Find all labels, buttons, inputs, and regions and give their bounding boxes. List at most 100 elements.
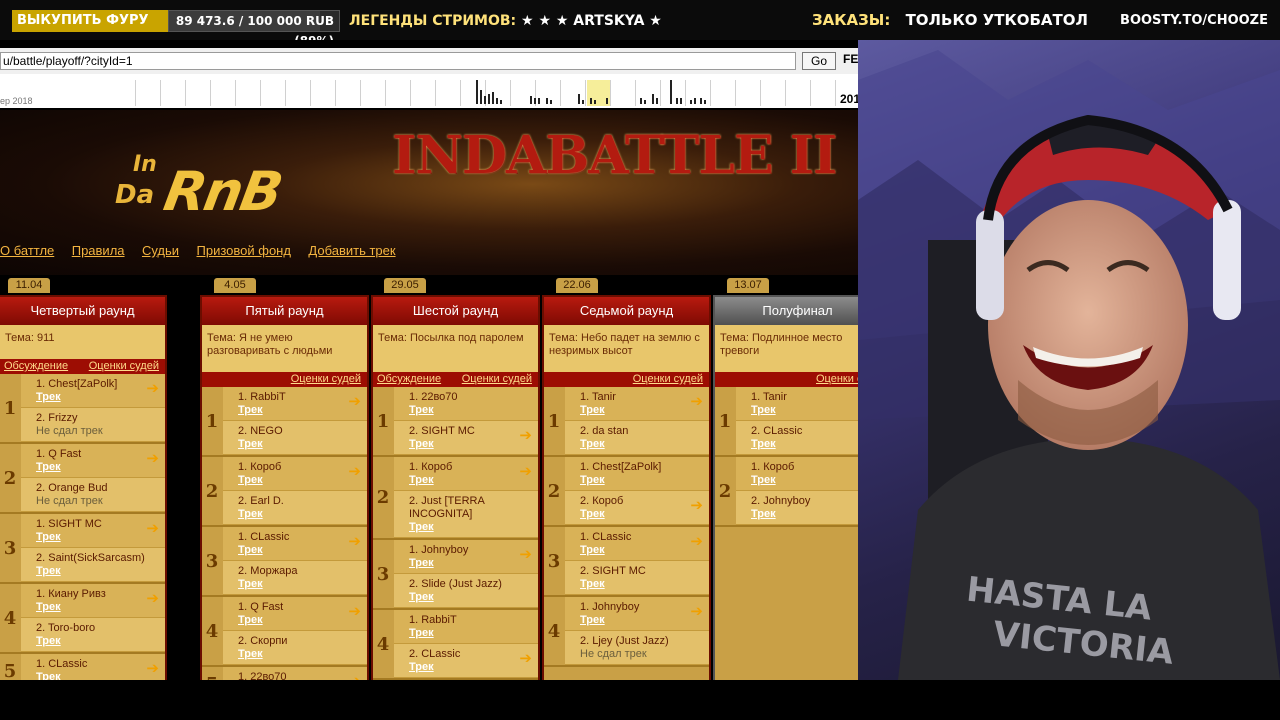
participant-entry: 1. RabbiT Трек <box>394 610 538 644</box>
participant-name[interactable]: 2. Slide (Just Jazz) <box>409 578 538 591</box>
indarnb-logo[interactable]: In Da RnB <box>115 152 305 227</box>
url-input[interactable]: u/battle/playoff/?cityId=1 <box>0 52 796 70</box>
track-link[interactable]: Трек <box>409 591 538 604</box>
participant-name[interactable]: 2. Скорпи <box>238 635 367 648</box>
round-title[interactable]: Полуфинал <box>715 297 858 325</box>
winner-arrow-icon: ➔ <box>146 379 159 397</box>
timeline-capture-bar[interactable] <box>656 98 658 104</box>
boosty-link: BOOSTY.TO/CHOOZE <box>1120 13 1268 28</box>
nav-about[interactable]: О баттле <box>0 243 54 258</box>
logo-in-text: In <box>133 152 157 177</box>
round-title[interactable]: Четвертый раунд <box>0 297 165 325</box>
timeline-capture-bar[interactable] <box>488 94 490 104</box>
timeline-capture-bar[interactable] <box>492 92 494 104</box>
track-link[interactable]: Трек <box>238 578 367 591</box>
pair-number: 1 <box>715 387 735 455</box>
participant-name[interactable]: 2. NEGO <box>238 425 367 438</box>
judges-scores-link[interactable]: Оценки судей <box>633 372 703 387</box>
track-link[interactable]: Трек <box>409 627 538 640</box>
track-link[interactable]: Трек <box>580 474 709 487</box>
timeline-capture-bar[interactable] <box>590 98 592 104</box>
timeline-capture-bar[interactable] <box>680 98 682 104</box>
timeline-capture-bar[interactable] <box>578 94 580 104</box>
timeline-capture-bar[interactable] <box>690 100 692 104</box>
participant-name[interactable]: 2. Toro-boro <box>36 622 165 635</box>
participant-name[interactable]: 2. da stan <box>580 425 709 438</box>
participant-name[interactable]: 1. Chest[ZaPolk] <box>580 461 709 474</box>
judges-scores-link[interactable]: Оценки судей <box>462 372 532 387</box>
participant-name[interactable]: 1. Короб <box>751 461 858 474</box>
timeline-capture-bar[interactable] <box>546 98 548 104</box>
go-button[interactable]: Go <box>802 52 836 70</box>
track-link[interactable]: Трек <box>409 404 538 417</box>
round-title[interactable]: Седьмой раунд <box>544 297 709 325</box>
judges-scores-link[interactable]: Оценки судей <box>291 372 361 387</box>
timeline-capture-bar[interactable] <box>480 90 482 104</box>
participant-name[interactable]: 2. Just [TERRA INCOGNITA] <box>409 495 519 521</box>
participant-name[interactable]: 2. Saint(SickSarcasm) <box>36 552 165 565</box>
stream-legends: ЛЕГЕНДЫ СТРИМОВ: ★ ★ ★ ARTSKYA ★ <box>349 10 662 32</box>
timeline-capture-bar[interactable] <box>640 98 642 104</box>
timeline-capture-bar[interactable] <box>644 100 646 104</box>
discussion-link[interactable]: Обсуждение <box>377 372 441 387</box>
round-title[interactable]: Шестой раунд <box>373 297 538 325</box>
participant-name[interactable]: 2. Моржара <box>238 565 367 578</box>
discussion-link[interactable]: Обсуждение <box>4 359 68 374</box>
participant-entry: 1. Короб Трек ➔ <box>223 457 367 491</box>
timeline-capture-bar[interactable] <box>704 100 706 104</box>
participant-name[interactable]: 2. Ljey (Just Jazz) <box>580 635 709 648</box>
track-link[interactable]: Трек <box>238 648 367 661</box>
participant-name[interactable]: 2. SIGHT MC <box>580 565 709 578</box>
month-label[interactable]: FE <box>843 52 858 66</box>
track-link[interactable]: Трек <box>238 508 367 521</box>
timeline-capture-bar[interactable] <box>606 98 608 104</box>
track-link[interactable]: Трек <box>238 438 367 451</box>
participant-entry: 1. 22во70 Трек <box>394 387 538 421</box>
track-link[interactable]: Трек <box>751 404 858 417</box>
timeline-capture-bar[interactable] <box>694 98 696 104</box>
timeline-capture-bar[interactable] <box>538 98 540 104</box>
participant-name[interactable]: 1. RabbiT <box>409 614 538 627</box>
track-link[interactable]: Трек <box>751 438 858 451</box>
timeline-year-right[interactable]: 201 <box>840 92 858 106</box>
track-link[interactable]: Трек <box>409 521 538 534</box>
track-link[interactable]: Трек <box>36 565 165 578</box>
participant-name[interactable]: 2. Johnyboy <box>751 495 858 508</box>
capture-timeline[interactable]: ер 2018 201 <box>0 74 858 108</box>
timeline-capture-bar[interactable] <box>500 100 502 104</box>
timeline-capture-bar[interactable] <box>700 98 702 104</box>
nav-prize-fund[interactable]: Призовой фонд <box>197 243 291 258</box>
nav-judges[interactable]: Судьи <box>142 243 179 258</box>
track-link[interactable]: Трек <box>36 635 165 648</box>
participant-name[interactable]: 1. Tanir <box>751 391 858 404</box>
round-title[interactable]: Пятый раунд <box>202 297 367 325</box>
timeline-capture-bar[interactable] <box>676 98 678 104</box>
timeline-capture-bar[interactable] <box>496 98 498 104</box>
participant-name[interactable]: 2. Orange Bud <box>36 482 165 495</box>
timeline-capture-bar[interactable] <box>534 98 536 104</box>
timeline-capture-bar[interactable] <box>670 80 672 104</box>
participant-name[interactable]: 2. Frizzy <box>36 412 165 425</box>
round-links: Обсуждение Оценки судей <box>0 359 165 374</box>
timeline-capture-bar[interactable] <box>530 96 532 104</box>
judges-scores-link[interactable]: Оценки судей <box>89 359 159 374</box>
track-link[interactable]: Трек <box>580 578 709 591</box>
track-link[interactable]: Трек <box>751 508 858 521</box>
timeline-capture-bar[interactable] <box>652 94 654 104</box>
participant-entry: 2. CLassic Трек ➔ <box>394 644 538 678</box>
nav-rules[interactable]: Правила <box>72 243 125 258</box>
judges-scores-link[interactable]: Оценки суд <box>816 372 858 387</box>
round-links: Обсуждение Оценки судей <box>373 372 538 387</box>
track-link[interactable]: Трек <box>580 438 709 451</box>
participant-name[interactable]: 2. CLassic <box>751 425 858 438</box>
track-link[interactable]: Трек <box>751 474 858 487</box>
participant-entry: 1. Q Fast Трек ➔ <box>21 444 165 478</box>
participant-name[interactable]: 1. 22во70 <box>409 391 538 404</box>
participant-name[interactable]: 2. Earl D. <box>238 495 367 508</box>
timeline-capture-bar[interactable] <box>582 100 584 104</box>
timeline-capture-bar[interactable] <box>476 80 478 104</box>
timeline-capture-bar[interactable] <box>550 100 552 104</box>
timeline-capture-bar[interactable] <box>484 96 486 104</box>
timeline-capture-bar[interactable] <box>594 100 596 104</box>
nav-add-track[interactable]: Добавить трек <box>308 243 395 258</box>
